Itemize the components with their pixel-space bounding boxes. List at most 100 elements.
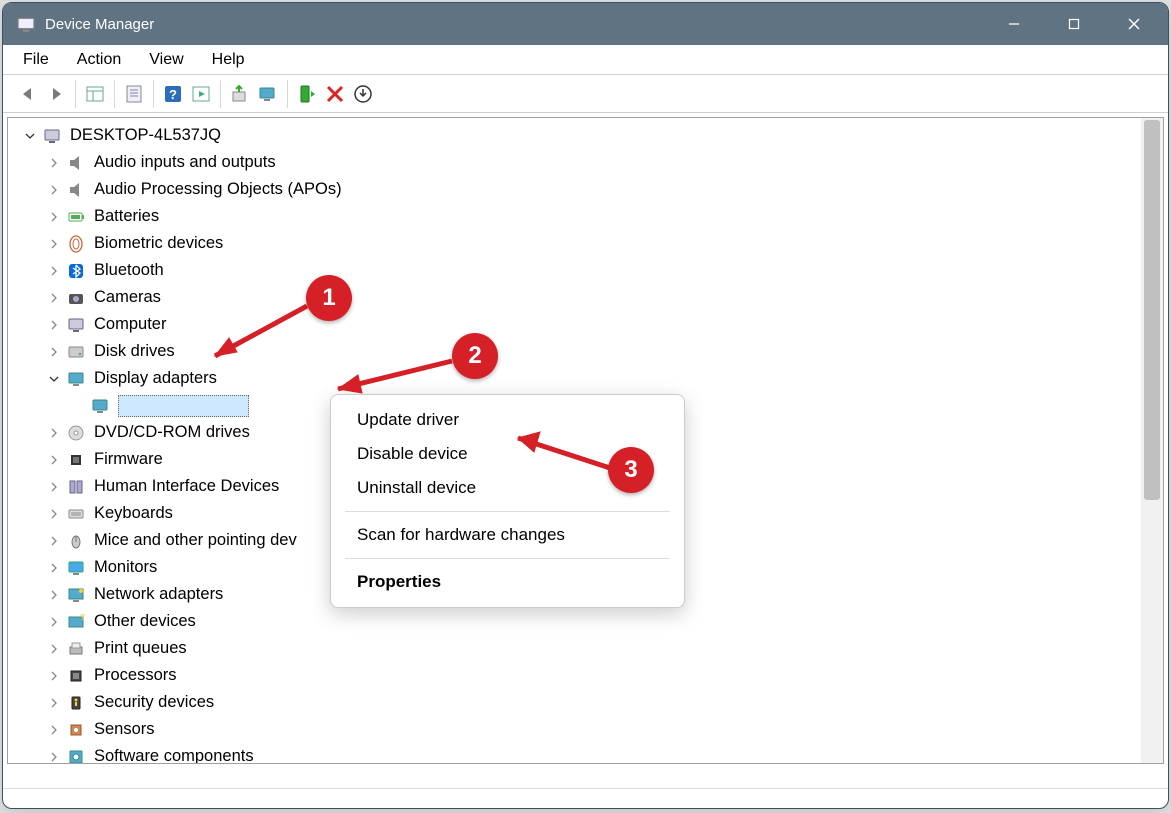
tree-node-print-queues[interactable]: Print queues [22, 635, 1163, 662]
device-category-icon [66, 504, 86, 524]
expand-chevron-icon[interactable] [22, 128, 38, 144]
device-category-icon [66, 585, 86, 605]
uninstall-device-button[interactable] [350, 81, 376, 107]
root-label: DESKTOP-4L537JQ [70, 127, 221, 144]
device-category-icon [66, 450, 86, 470]
device-category-icon [66, 747, 86, 765]
forward-button[interactable] [43, 81, 69, 107]
tree-node-batteries[interactable]: Batteries [22, 203, 1163, 230]
category-label: Network adapters [94, 586, 223, 603]
menu-action[interactable]: Action [63, 49, 135, 71]
expand-chevron-icon[interactable] [46, 722, 62, 738]
scrollbar-thumb[interactable] [1144, 120, 1160, 500]
annotation-balloon-1: 1 [306, 275, 352, 321]
expand-chevron-icon[interactable] [46, 614, 62, 630]
enable-device-button[interactable] [294, 81, 320, 107]
device-category-icon [66, 369, 86, 389]
tree-node-processors[interactable]: Processors [22, 662, 1163, 689]
expand-chevron-icon[interactable] [46, 317, 62, 333]
expand-chevron-icon[interactable] [70, 398, 86, 414]
show-hide-tree-button[interactable] [82, 81, 108, 107]
ctx-properties[interactable]: Properties [331, 565, 684, 599]
close-button[interactable] [1104, 3, 1164, 45]
minimize-button[interactable] [984, 3, 1044, 45]
expand-chevron-icon[interactable] [46, 209, 62, 225]
device-category-icon [66, 423, 86, 443]
category-label: Monitors [94, 559, 157, 576]
category-label: Print queues [94, 640, 187, 657]
tree-node-bluetooth[interactable]: Bluetooth [22, 257, 1163, 284]
device-category-icon [66, 558, 86, 578]
menu-help[interactable]: Help [198, 49, 259, 71]
disable-device-button[interactable] [322, 81, 348, 107]
tree-node-cameras[interactable]: Cameras [22, 284, 1163, 311]
expand-chevron-icon[interactable] [46, 290, 62, 306]
maximize-button[interactable] [1044, 3, 1104, 45]
device-category-icon: ? [66, 612, 86, 632]
back-button[interactable] [15, 81, 41, 107]
device-category-icon [66, 342, 86, 362]
category-label: Bluetooth [94, 262, 164, 279]
expand-chevron-icon[interactable] [46, 587, 62, 603]
action-button[interactable] [188, 81, 214, 107]
expand-chevron-icon[interactable] [46, 263, 62, 279]
tree-node-security-devices[interactable]: Security devices [22, 689, 1163, 716]
annotation-balloon-2: 2 [452, 333, 498, 379]
device-category-icon [66, 693, 86, 713]
category-label: Computer [94, 316, 166, 333]
expand-chevron-icon[interactable] [46, 560, 62, 576]
help-button[interactable]: ? [160, 81, 186, 107]
ctx-scan-hardware[interactable]: Scan for hardware changes [331, 518, 684, 552]
scan-hardware-button[interactable] [255, 81, 281, 107]
expand-chevron-icon[interactable] [46, 749, 62, 765]
expand-chevron-icon[interactable] [46, 371, 62, 387]
category-label: Mice and other pointing dev [94, 532, 297, 549]
update-driver-button[interactable] [227, 81, 253, 107]
device-manager-window: Device Manager File Action View Help ? [2, 2, 1169, 809]
expand-chevron-icon[interactable] [46, 533, 62, 549]
annotation-balloon-3: 3 [608, 447, 654, 493]
device-category-icon [66, 261, 86, 281]
tree-node-other-devices[interactable]: ?Other devices [22, 608, 1163, 635]
category-label: Cameras [94, 289, 161, 306]
expand-chevron-icon[interactable] [46, 452, 62, 468]
category-label: Firmware [94, 451, 163, 468]
tree-node-display-adapters[interactable]: Display adapters [22, 365, 1163, 392]
device-category-icon [66, 639, 86, 659]
expand-chevron-icon[interactable] [46, 506, 62, 522]
titlebar[interactable]: Device Manager [3, 3, 1168, 45]
menu-file[interactable]: File [9, 49, 63, 71]
expand-chevron-icon[interactable] [46, 182, 62, 198]
tree-node-sensors[interactable]: Sensors [22, 716, 1163, 743]
category-label: Security devices [94, 694, 214, 711]
expand-chevron-icon[interactable] [46, 695, 62, 711]
svg-text:?: ? [169, 87, 177, 102]
tree-node-biometric-devices[interactable]: Biometric devices [22, 230, 1163, 257]
expand-chevron-icon[interactable] [46, 425, 62, 441]
properties-button[interactable] [121, 81, 147, 107]
tree-node-software-components[interactable]: Software components [22, 743, 1163, 764]
tree-node-computer[interactable]: Computer [22, 311, 1163, 338]
device-category-icon [90, 396, 110, 416]
window-title: Device Manager [45, 16, 154, 33]
expand-chevron-icon[interactable] [46, 641, 62, 657]
toolbar: ? [3, 75, 1168, 113]
expand-chevron-icon[interactable] [46, 479, 62, 495]
selected-device-label: . [118, 395, 249, 417]
vertical-scrollbar[interactable] [1141, 118, 1163, 763]
ctx-separator [345, 511, 670, 512]
expand-chevron-icon[interactable] [46, 344, 62, 360]
device-category-icon [66, 315, 86, 335]
tree-node-audio-inputs-and-outputs[interactable]: Audio inputs and outputs [22, 149, 1163, 176]
category-label: Human Interface Devices [94, 478, 279, 495]
tree-root[interactable]: DESKTOP-4L537JQ [22, 122, 1163, 149]
status-bar [3, 788, 1168, 808]
expand-chevron-icon[interactable] [46, 668, 62, 684]
tree-node-disk-drives[interactable]: Disk drives [22, 338, 1163, 365]
ctx-update-driver[interactable]: Update driver [331, 403, 684, 437]
expand-chevron-icon[interactable] [46, 236, 62, 252]
tree-node-audio-processing-objects-apos-[interactable]: Audio Processing Objects (APOs) [22, 176, 1163, 203]
category-label: Processors [94, 667, 177, 684]
menu-view[interactable]: View [135, 49, 197, 71]
expand-chevron-icon[interactable] [46, 155, 62, 171]
